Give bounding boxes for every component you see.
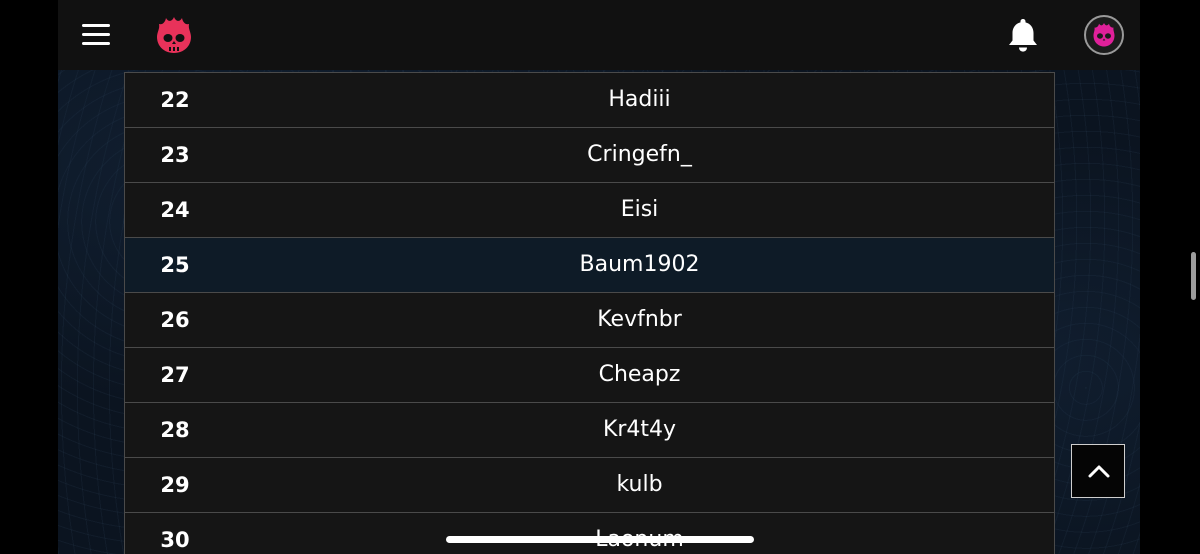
table-row[interactable]: 23 Cringefn_ [124, 128, 1055, 183]
rank-cell: 22 [160, 88, 190, 112]
rank-cell: 25 [160, 253, 190, 277]
scrollbar-thumb[interactable] [1191, 252, 1196, 300]
player-name-cell: Eisi [620, 197, 659, 222]
skull-avatar-icon [1093, 23, 1115, 47]
table-row[interactable]: 29 kulb [124, 458, 1055, 513]
table-row[interactable]: 24 Eisi [124, 183, 1055, 238]
table-row[interactable]: 30 Laonum [124, 513, 1055, 554]
bell-icon[interactable] [1006, 17, 1040, 53]
player-name-cell: Kr4t4y [602, 417, 677, 442]
leaderboard-table: 22 Hadiii 23 Cringefn_ 24 Eisi 25 Baum19… [124, 72, 1055, 554]
home-indicator[interactable] [446, 536, 754, 543]
table-row[interactable]: 28 Kr4t4y [124, 403, 1055, 458]
rank-cell: 29 [160, 473, 190, 497]
rank-cell: 26 [160, 308, 190, 332]
flaming-skull-logo-icon[interactable] [156, 16, 192, 54]
rank-cell: 24 [160, 198, 190, 222]
table-row-highlighted[interactable]: 25 Baum1902 [124, 238, 1055, 293]
hamburger-menu-icon[interactable] [82, 24, 110, 46]
chevron-up-icon [1088, 465, 1110, 478]
player-name-cell: Cringefn_ [587, 142, 692, 167]
table-row[interactable]: 27 Cheapz [124, 348, 1055, 403]
player-name-cell: Kevfnbr [597, 307, 682, 332]
player-name-cell: Laonum [225, 513, 1054, 554]
player-name-cell: kulb [616, 472, 663, 497]
rank-cell: 23 [160, 143, 190, 167]
player-name-cell: Baum1902 [579, 252, 700, 277]
user-avatar[interactable] [1084, 15, 1124, 55]
rank-cell: 30 [160, 528, 190, 552]
top-navigation-bar [58, 0, 1140, 70]
player-name-cell: Cheapz [598, 362, 681, 387]
page: 22 Hadiii 23 Cringefn_ 24 Eisi 25 Baum19… [0, 0, 1200, 554]
rank-cell: 28 [160, 418, 190, 442]
rank-cell: 27 [160, 363, 190, 387]
table-row[interactable]: 26 Kevfnbr [124, 293, 1055, 348]
table-row[interactable]: 22 Hadiii [124, 72, 1055, 128]
player-name-cell: Hadiii [608, 87, 671, 112]
scroll-to-top-button[interactable] [1071, 444, 1125, 498]
